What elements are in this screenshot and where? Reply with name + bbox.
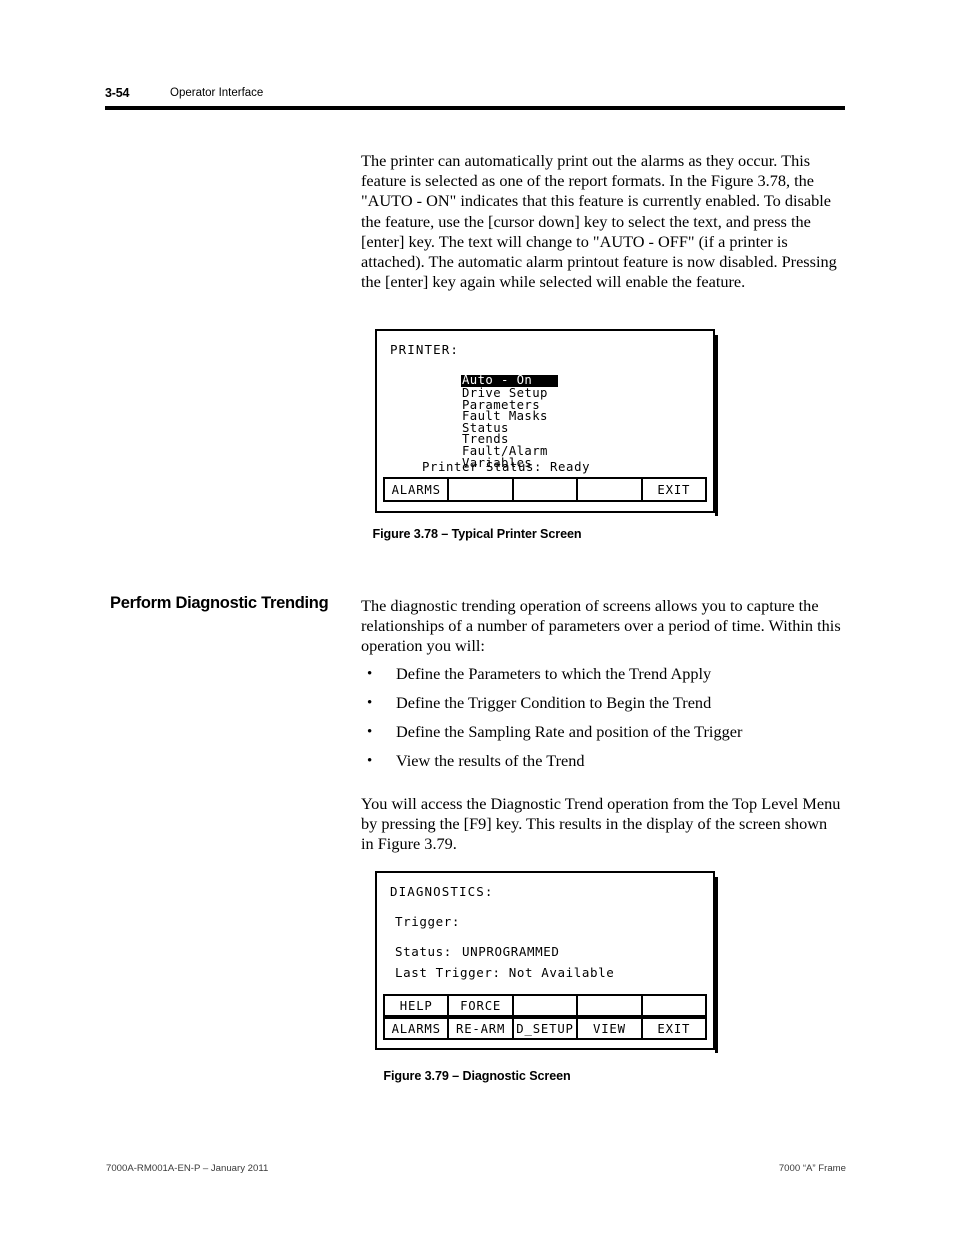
softkey-d-setup[interactable]: D_SETUP	[514, 1019, 579, 1038]
diagnostics-last-trigger-line: Last Trigger: Not Available	[395, 965, 615, 980]
list-item: • Define the Sampling Rate and position …	[361, 722, 841, 742]
header-rule	[105, 106, 845, 110]
softkey-exit[interactable]: EXIT	[643, 1019, 705, 1038]
softkey-blank-3[interactable]	[643, 996, 705, 1015]
printer-softkey-row: ALARMS EXIT	[383, 477, 707, 502]
softkey-blank-2[interactable]	[514, 479, 579, 500]
list-item: • Define the Trigger Condition to Begin …	[361, 693, 841, 713]
bullet-marker-icon: •	[367, 695, 373, 711]
lcd-screen-diagnostics: DIAGNOSTICS: Trigger: Status: UNPROGRAMM…	[377, 873, 713, 1048]
softkey-blank-1[interactable]	[514, 996, 579, 1015]
diagnostics-trigger-label: Trigger:	[395, 914, 461, 929]
diagnostics-status-label: Status:	[395, 944, 452, 959]
softkey-alarms[interactable]: ALARMS	[385, 1019, 450, 1038]
header-section-title: Operator Interface	[170, 87, 264, 99]
softkey-exit[interactable]: EXIT	[643, 479, 705, 500]
list-item-label: Define the Trigger Condition to Begin th…	[396, 693, 712, 712]
softkey-force[interactable]: FORCE	[449, 996, 514, 1015]
list-item-label: Define the Parameters to which the Trend…	[396, 664, 712, 683]
diagnostics-softkey-row-2: ALARMS RE-ARM D_SETUP VIEW EXIT	[383, 1017, 707, 1040]
list-item-label: Define the Sampling Rate and position of…	[396, 722, 743, 741]
bullet-marker-icon: •	[367, 666, 373, 682]
paragraph-trending-access: You will access the Diagnostic Trend ope…	[361, 794, 841, 854]
softkey-alarms[interactable]: ALARMS	[385, 479, 450, 500]
printer-status-line: Printer Status: Ready	[422, 460, 591, 474]
printer-menu-list: Auto - On Drive Setup Parameters Fault M…	[461, 369, 559, 469]
softkey-blank-3[interactable]	[578, 479, 643, 500]
section-heading-perform-diagnostic-trending: Perform Diagnostic Trending	[110, 594, 329, 612]
page-number: 3-54	[105, 86, 130, 100]
paragraph-printer-intro: The printer can automatically print out …	[361, 151, 837, 292]
footer-product-name: 7000 “A” Frame	[778, 1163, 846, 1174]
page-header: 3-54 Operator Interface	[105, 86, 845, 108]
softkey-blank-2[interactable]	[578, 996, 643, 1015]
bullet-marker-icon: •	[367, 724, 373, 740]
printer-screen-title: PRINTER:	[390, 342, 460, 357]
trending-steps-list: • Define the Parameters to which the Tre…	[361, 664, 841, 780]
lcd-frame-printer: PRINTER: Auto - On Drive Setup Parameter…	[375, 329, 718, 516]
softkey-blank-1[interactable]	[449, 479, 514, 500]
figure-printer-screen: PRINTER: Auto - On Drive Setup Parameter…	[375, 329, 718, 516]
bullet-marker-icon: •	[367, 753, 373, 769]
figure-caption-378: Figure 3.78 – Typical Printer Screen	[372, 527, 582, 541]
lcd-screen-printer: PRINTER: Auto - On Drive Setup Parameter…	[377, 331, 713, 511]
diagnostics-status-value: UNPROGRAMMED	[462, 944, 560, 959]
list-item: • Define the Parameters to which the Tre…	[361, 664, 841, 684]
diagnostics-screen-title: DIAGNOSTICS:	[390, 884, 494, 899]
lcd-frame-diagnostics: DIAGNOSTICS: Trigger: Status: UNPROGRAMM…	[375, 871, 718, 1053]
diagnostics-softkey-row-1: HELP FORCE	[383, 994, 707, 1017]
printer-menu-item-auto-on[interactable]: Auto - On	[461, 374, 559, 387]
footer-document-id: 7000A-RM001A-EN-P – January 2011	[106, 1163, 269, 1174]
paragraph-trending-intro: The diagnostic trending operation of scr…	[361, 596, 841, 656]
softkey-re-arm[interactable]: RE-ARM	[449, 1019, 514, 1038]
figure-caption-379: Figure 3.79 – Diagnostic Screen	[383, 1069, 571, 1083]
softkey-view[interactable]: VIEW	[578, 1019, 643, 1038]
list-item: • View the results of the Trend	[361, 751, 841, 771]
list-item-label: View the results of the Trend	[396, 751, 585, 770]
figure-diagnostic-screen: DIAGNOSTICS: Trigger: Status: UNPROGRAMM…	[375, 871, 718, 1053]
softkey-help[interactable]: HELP	[385, 996, 450, 1015]
